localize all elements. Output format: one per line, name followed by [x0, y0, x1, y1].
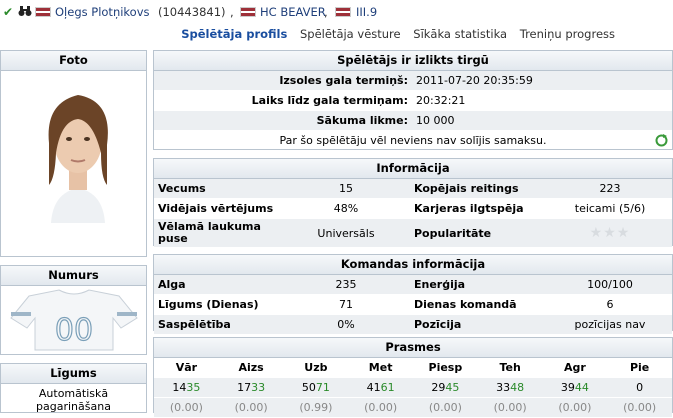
- skill-progress: (0.00): [542, 397, 608, 418]
- refresh-icon[interactable]: [655, 134, 668, 154]
- photo-panel: Foto: [0, 50, 147, 257]
- info-value: Universāls: [282, 218, 410, 248]
- market-label: Sākuma likme:: [154, 110, 412, 131]
- contract-panel: Līgums Automātiskā pagarināšana: [0, 363, 147, 413]
- tab-player-history[interactable]: Spēlētāja vēsture: [300, 27, 401, 41]
- info-value: 15: [282, 179, 410, 199]
- tab-player-profile[interactable]: Spēlētāja profils: [181, 27, 287, 41]
- jersey-number: 00: [55, 313, 93, 348]
- info-label: Popularitāte: [410, 218, 548, 248]
- market-label: Laiks līdz gala termiņam:: [154, 90, 412, 111]
- team-info-value: pozīcijas nav: [548, 314, 672, 335]
- info-label: Kopējais reitings: [410, 179, 548, 199]
- market-value: 10 000: [412, 110, 672, 131]
- latvia-flag-icon: [335, 7, 351, 17]
- market-note-row: Par šo spēlētāju vēl neviens nav solījis…: [154, 131, 672, 151]
- market-value: 20:32:21: [412, 90, 672, 111]
- panel-title: Komandas informācija: [154, 255, 672, 275]
- info-value: 48%: [282, 198, 410, 219]
- team-info-label: Alga: [154, 275, 282, 295]
- player-id: (10443841): [158, 5, 226, 19]
- skill-progress: (0.00): [348, 397, 413, 418]
- skill-name: Vār: [154, 358, 219, 378]
- player-avatar: [48, 95, 108, 223]
- market-value: 2011-07-20 20:35:59: [412, 71, 672, 91]
- team-info-label: Dienas komandā: [410, 294, 548, 315]
- player-name-link[interactable]: Oļegs Plotņikovs: [55, 5, 150, 19]
- team-info-label: Pozīcija: [410, 314, 548, 335]
- team-info-value: 6: [548, 294, 672, 315]
- team-info-value: 235: [282, 275, 410, 295]
- skill-value: 5071: [283, 377, 349, 398]
- skill-name: Teh: [477, 358, 543, 378]
- contract-line: Automātiskā: [38, 387, 109, 400]
- team-info-label: Saspēlētība: [154, 314, 282, 335]
- skill-value: 1435: [154, 377, 219, 398]
- skill-progress: (0.00): [477, 397, 543, 418]
- jersey-icon: 00: [10, 289, 138, 351]
- contract-text: Automātiskā pagarināšana: [1, 387, 146, 413]
- skill-name: Met: [348, 358, 413, 378]
- league-link[interactable]: III.9: [356, 5, 377, 19]
- market-label: Izsoles gala termiņš:: [154, 71, 412, 91]
- skill-value: 3944: [542, 377, 608, 398]
- skill-progress: (0.00): [218, 397, 284, 418]
- team-info-label: Enerģija: [410, 275, 548, 295]
- tab-detailed-stats[interactable]: Sīkāka statistika: [413, 27, 507, 41]
- separator: ,: [324, 5, 328, 19]
- info-label: Vidējais vērtējums: [154, 198, 282, 219]
- skill-progress: (0.00): [154, 397, 219, 418]
- panel-title: Spēlētājs ir izlikts tirgū: [154, 51, 672, 71]
- tab-training-progress[interactable]: Treniņu progress: [520, 27, 615, 41]
- latvia-flag-icon: [240, 7, 256, 17]
- info-label: Vecums: [154, 179, 282, 199]
- binoculars-icon[interactable]: [18, 5, 32, 20]
- market-note: Par šo spēlētāju vēl neviens nav solījis…: [279, 134, 547, 147]
- skill-value: 0: [607, 377, 672, 398]
- info-label: Vēlamā laukuma puse: [154, 218, 282, 248]
- panel-title: Prasmes: [154, 338, 672, 358]
- market-panel: Spēlētājs ir izlikts tirgū Izsoles gala …: [153, 50, 673, 150]
- profile-tabs: Spēlētāja profils Spēlētāja vēsture Sīkā…: [172, 27, 615, 41]
- separator: ,: [230, 5, 234, 19]
- info-label: Karjeras ilgtspēja: [410, 198, 548, 219]
- skill-value: 2945: [413, 377, 478, 398]
- skill-progress: (0.00): [607, 397, 672, 418]
- team-info-value: 0%: [282, 314, 410, 335]
- popularity-stars: ★★★: [548, 218, 672, 248]
- skill-progress: (0.99): [283, 397, 349, 418]
- team-info-value: 100/100: [548, 275, 672, 295]
- info-value: teicami (5/6): [548, 198, 672, 219]
- skill-name: Piesp: [413, 358, 478, 378]
- skill-value: 3348: [477, 377, 543, 398]
- skill-value: 1733: [218, 377, 284, 398]
- panel-title: Foto: [1, 51, 146, 71]
- checkmark-icon[interactable]: ✔: [3, 5, 13, 19]
- skills-panel: Prasmes Vār Aizs Uzb Met Piesp Teh Agr P…: [153, 337, 673, 418]
- skill-progress: (0.00): [413, 397, 478, 418]
- info-panel: Informācija Vecums 15 Kopējais reitings …: [153, 158, 673, 248]
- contract-line: pagarināšana: [36, 400, 111, 413]
- player-header: ✔ Oļegs Plotņikovs (10443841) , HC BEAVE…: [0, 0, 673, 24]
- panel-title: Informācija: [154, 159, 672, 179]
- panel-title: Numurs: [1, 266, 146, 286]
- skill-name: Uzb: [283, 358, 349, 378]
- number-panel: Numurs 00: [0, 265, 147, 355]
- panel-title: Līgums: [1, 364, 146, 384]
- skill-name: Aizs: [218, 358, 284, 378]
- team-link[interactable]: HC BEAVER: [260, 5, 326, 19]
- skill-name: Pie: [607, 358, 672, 378]
- info-value: 223: [548, 179, 672, 199]
- team-info-label: Līgums (Dienas): [154, 294, 282, 315]
- skill-value: 4161: [348, 377, 413, 398]
- team-info-value: 71: [282, 294, 410, 315]
- latvia-flag-icon: [35, 7, 51, 17]
- skill-name: Agr: [542, 358, 608, 378]
- team-info-panel: Komandas informācija Alga 235 Enerģija 1…: [153, 254, 673, 335]
